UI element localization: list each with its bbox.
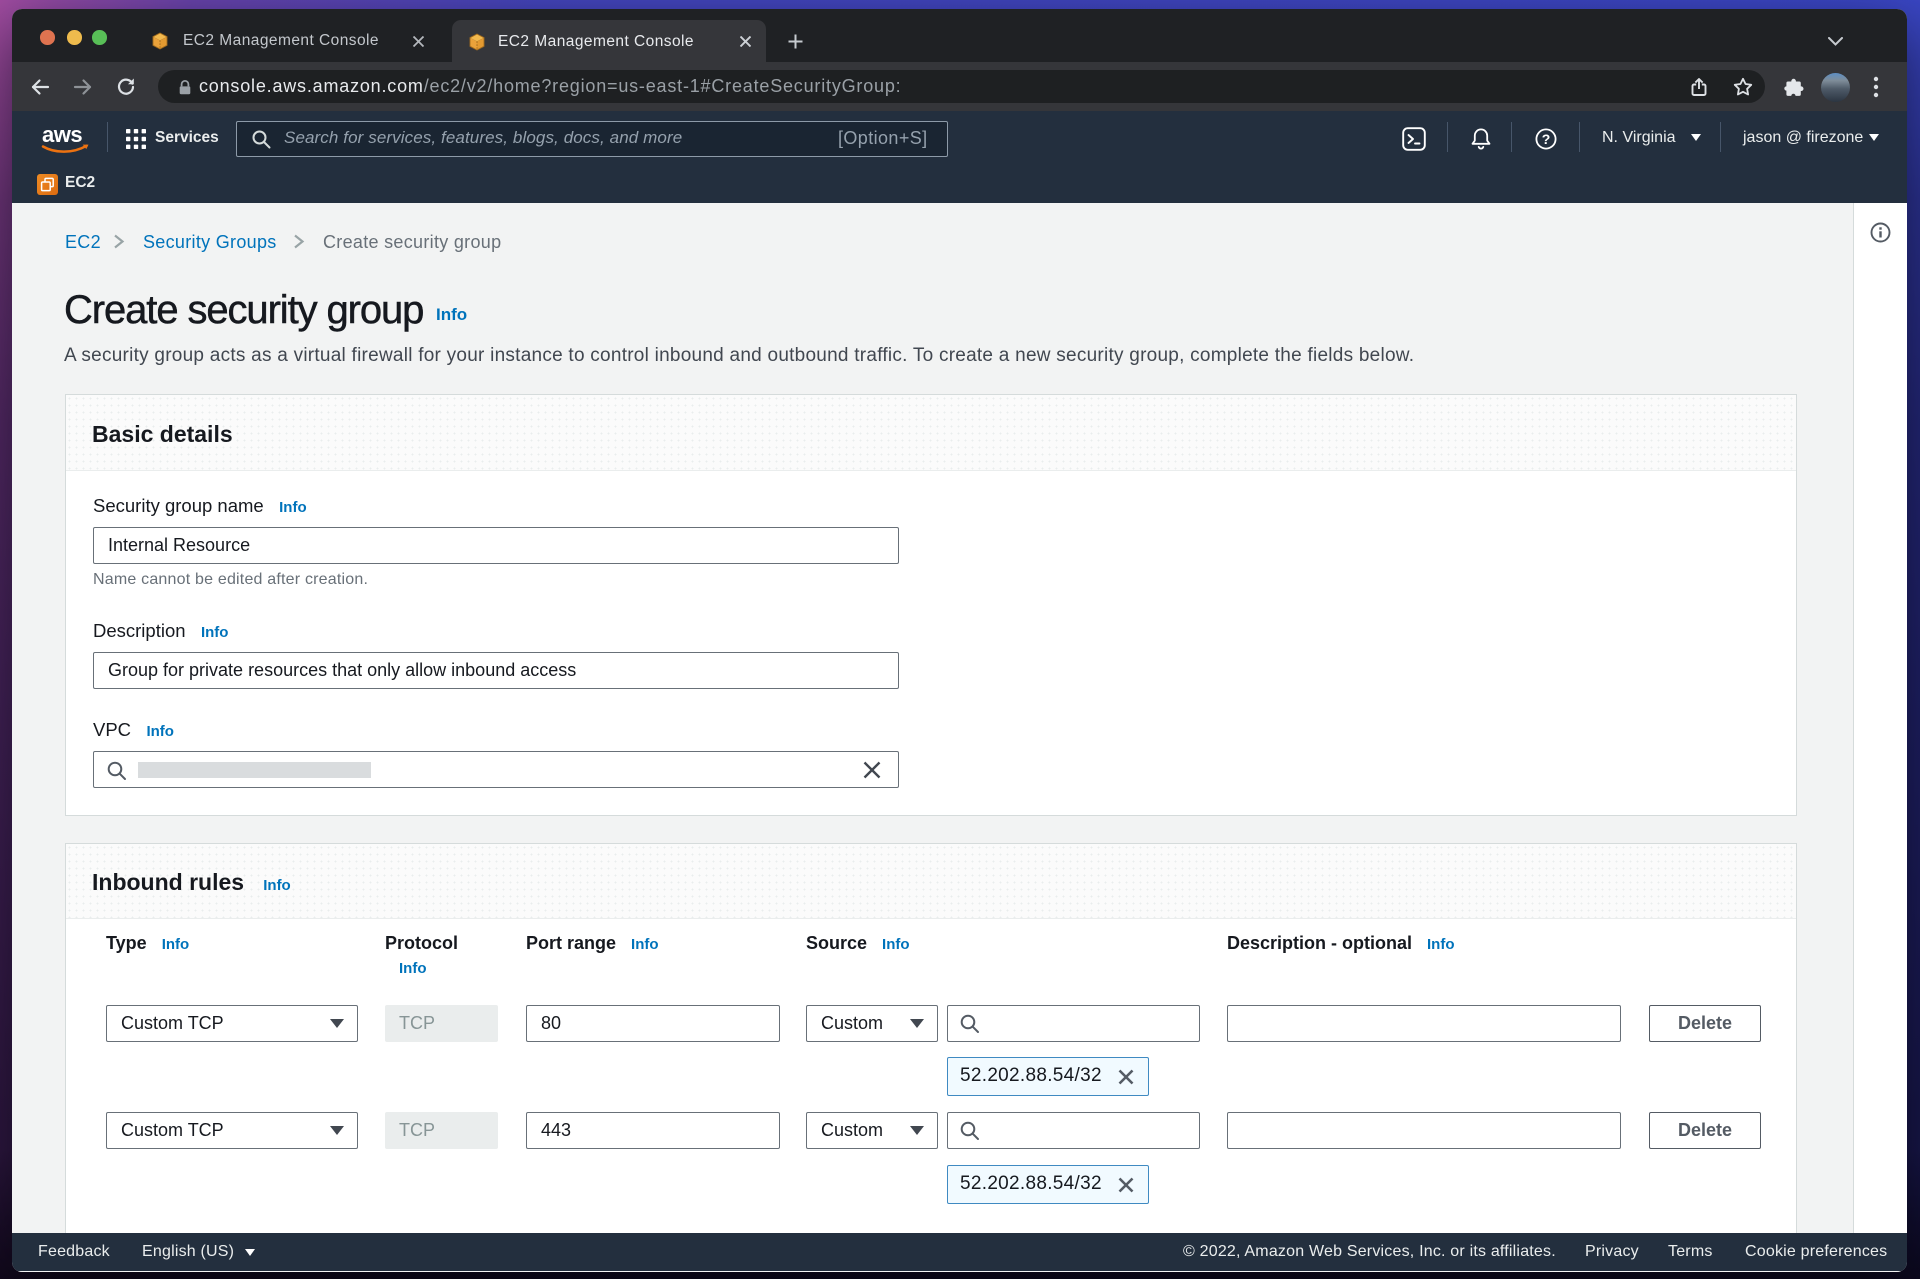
svg-text:?: ? <box>1542 131 1551 147</box>
svg-text:aws: aws <box>42 122 82 147</box>
